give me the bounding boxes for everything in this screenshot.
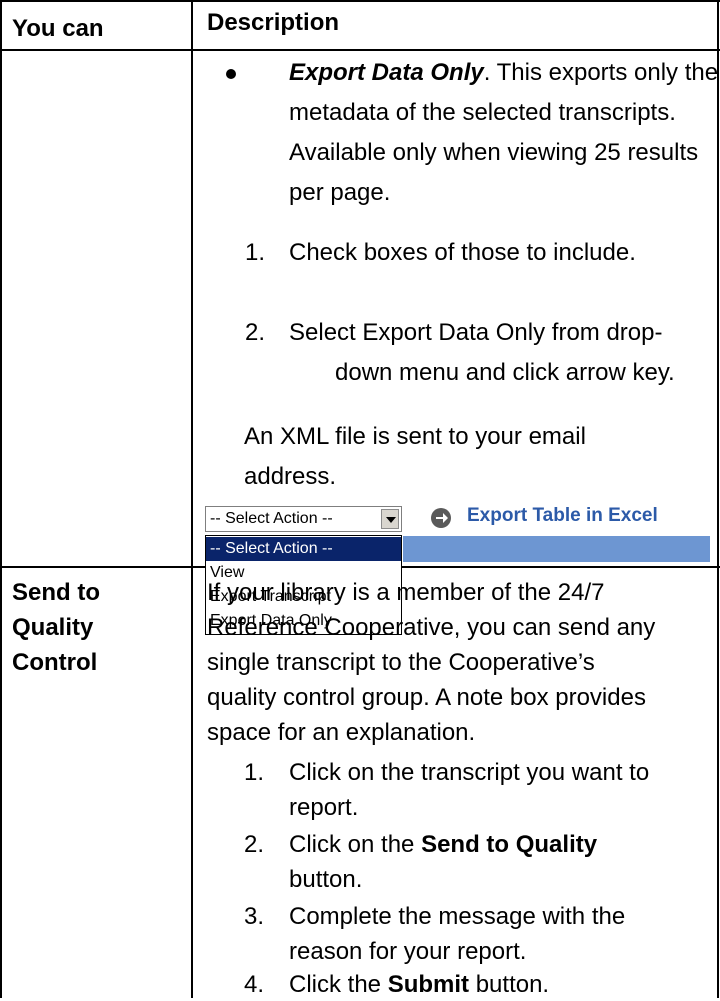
bullet-dot [226, 69, 236, 79]
export-table-excel-link[interactable]: Export Table in Excel [467, 504, 658, 528]
bullet-line-4: per page. [289, 179, 391, 206]
step-number: 1. [245, 239, 266, 266]
note-line-2: address. [244, 463, 337, 490]
header-description: Description [207, 9, 340, 36]
para-line: quality control group. A note box provid… [207, 684, 646, 711]
note-line-1: An XML file is sent to your email [244, 423, 586, 450]
header-you-can: You can [12, 15, 104, 42]
row-label-line-3: Control [12, 649, 98, 676]
para-line: single transcript to the Cooperative’s [207, 649, 595, 676]
step-text: down menu and click arrow key. [335, 359, 675, 386]
step-text: Check boxes of those to include. [289, 239, 636, 266]
select-action-value: -- Select Action -- [210, 510, 333, 527]
header-divider [0, 49, 720, 51]
select-action-dropdown[interactable]: -- Select Action -- [205, 506, 402, 532]
results-header-bar [403, 536, 710, 562]
bullet-title: Export Data Only [289, 59, 484, 86]
arrow-right-icon[interactable] [431, 508, 451, 528]
bullet-line-3: Available only when viewing 25 results [289, 139, 699, 166]
step-number: 2. [245, 319, 266, 346]
table-border-top [0, 0, 720, 2]
step-text: Select Export Data Only from drop- [289, 319, 663, 346]
para-line: Reference Cooperative, you can send any [207, 614, 656, 641]
column-divider [191, 0, 193, 998]
table-border-left [0, 0, 2, 998]
bullet-line-2: metadata of the selected transcripts. [289, 99, 676, 126]
chevron-down-icon[interactable] [381, 509, 399, 529]
para-line: space for an explanation. [207, 719, 476, 746]
row-label-line-2: Quality [12, 614, 94, 641]
description-table: You can Description Export Data Only. Th… [0, 0, 720, 998]
para-line: If your library is a member of the 24/7 [207, 579, 605, 606]
option-select-action[interactable]: -- Select Action -- [206, 537, 401, 561]
bullet-line-1: Export Data Only. This exports only the [289, 56, 718, 89]
row-label-line-1: Send to [12, 579, 100, 606]
table-border-right [717, 0, 719, 998]
bullet-rest: . This exports only the [483, 59, 719, 86]
